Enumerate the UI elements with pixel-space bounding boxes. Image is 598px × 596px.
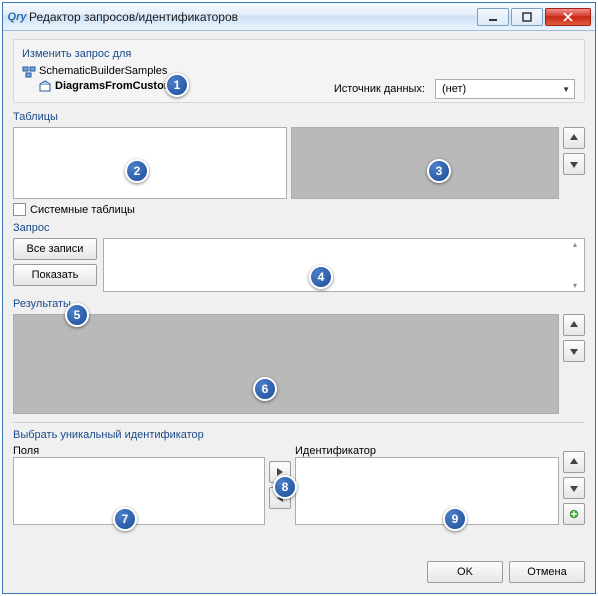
identifier-move-up-button[interactable] (563, 451, 585, 473)
datasource-row: Источник данных: (нет) ▼ (334, 79, 575, 99)
datasource-value: (нет) (442, 83, 466, 95)
tree-child-selected[interactable]: DiagramsFromCustom (22, 79, 237, 94)
tree-root-label: SchematicBuilderSamples (39, 64, 167, 79)
diagram-icon (38, 80, 52, 94)
identifier-label: Идентификатор (295, 445, 559, 457)
tables-move-up-button[interactable] (563, 127, 585, 149)
identifier-list[interactable] (295, 457, 559, 525)
remove-field-button[interactable] (269, 487, 291, 509)
ok-button[interactable]: OK (427, 561, 503, 583)
query-editor-window: Qry Редактор запросов/идентификаторов Из… (2, 2, 596, 594)
fields-label: Поля (13, 445, 265, 457)
system-tables-label: Системные таблицы (30, 204, 135, 216)
scroll-up-icon[interactable]: ▴ (567, 240, 583, 249)
tree-root[interactable]: SchematicBuilderSamples (22, 64, 237, 79)
scrollbar[interactable]: ▴ ▾ (567, 240, 583, 290)
uid-section: Выбрать уникальный идентификатор Поля Ид… (13, 427, 585, 525)
tree-child-label: DiagramsFromCustom (55, 79, 174, 94)
tables-selected-list[interactable] (291, 127, 559, 199)
tables-label: Таблицы (13, 111, 585, 123)
app-icon: Qry (9, 9, 25, 25)
identifier-add-button[interactable] (563, 503, 585, 525)
titlebar[interactable]: Qry Редактор запросов/идентификаторов (3, 3, 595, 31)
identifier-move-down-button[interactable] (563, 477, 585, 499)
datasource-combo[interactable]: (нет) ▼ (435, 79, 575, 99)
datasource-label: Источник данных: (334, 83, 425, 95)
separator (13, 422, 585, 423)
uid-label: Выбрать уникальный идентификатор (13, 429, 585, 441)
query-textarea[interactable]: ▴ ▾ (103, 238, 585, 292)
results-grid[interactable] (13, 314, 559, 414)
close-button[interactable] (545, 8, 591, 26)
system-tables-checkbox[interactable] (13, 203, 26, 216)
query-label: Запрос (13, 222, 585, 234)
tables-move-down-button[interactable] (563, 153, 585, 175)
results-move-up-button[interactable] (563, 314, 585, 336)
tables-section: Таблицы Системные таблицы (13, 109, 585, 216)
show-button[interactable]: Показать (13, 264, 97, 286)
query-section: Запрос Все записи Показать ▴ ▾ (13, 220, 585, 292)
window-title: Редактор запросов/идентификаторов (29, 10, 477, 24)
dialog-footer: OK Отмена (13, 553, 585, 583)
minimize-button[interactable] (477, 8, 509, 26)
results-section: Результаты (13, 296, 585, 414)
dataset-icon (22, 65, 36, 79)
add-field-button[interactable] (269, 461, 291, 483)
schema-tree[interactable]: SchematicBuilderSamples DiagramsFromCust… (22, 64, 237, 94)
chevron-down-icon: ▼ (562, 85, 570, 94)
tables-available-list[interactable] (13, 127, 287, 199)
all-records-button[interactable]: Все записи (13, 238, 97, 260)
change-query-label: Изменить запрос для (22, 48, 576, 60)
client-area: Изменить запрос для SchematicBuilderSamp… (3, 31, 595, 593)
fields-list[interactable] (13, 457, 265, 525)
results-label: Результаты (13, 298, 585, 310)
results-move-down-button[interactable] (563, 340, 585, 362)
cancel-button[interactable]: Отмена (509, 561, 585, 583)
maximize-button[interactable] (511, 8, 543, 26)
system-tables-row[interactable]: Системные таблицы (13, 203, 585, 216)
scroll-down-icon[interactable]: ▾ (567, 281, 583, 290)
